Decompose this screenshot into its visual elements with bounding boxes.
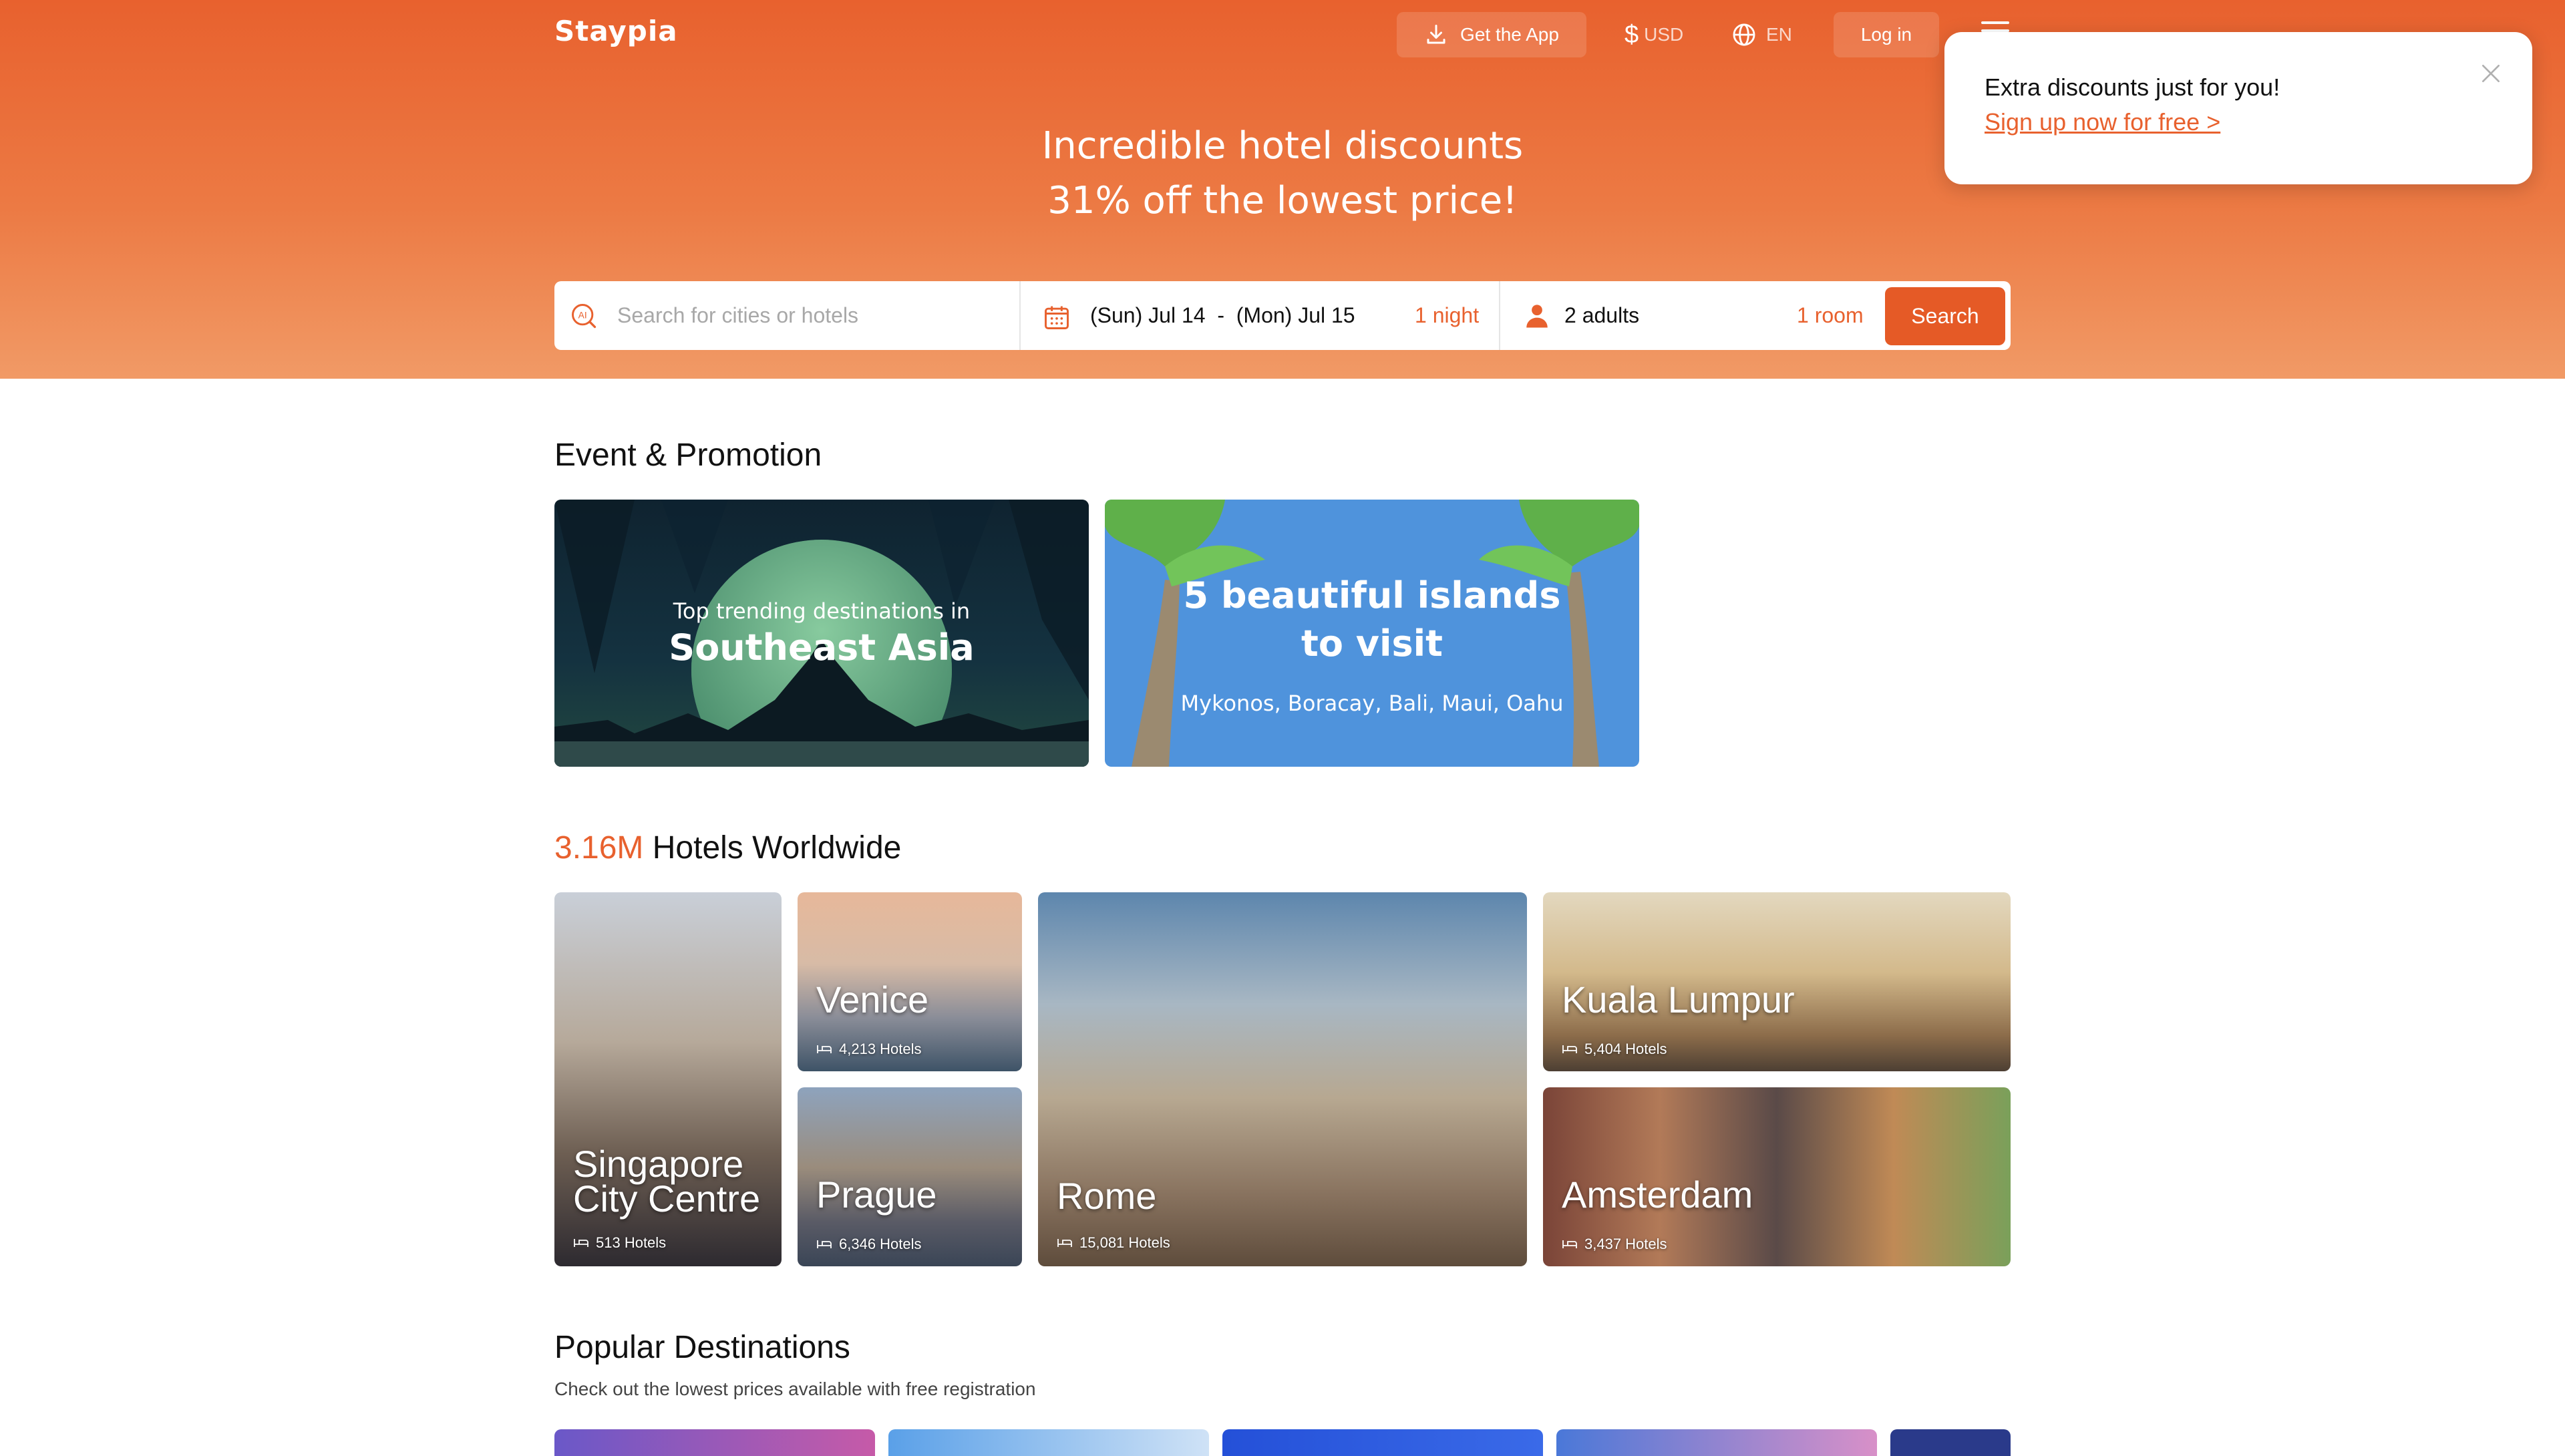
tile-hotel-count: 3,437 Hotels [1562,1236,1667,1253]
tile-hotel-count: 4,213 Hotels [816,1041,922,1058]
popular-destination-card[interactable] [1222,1429,1543,1456]
rooms-count[interactable]: 1 room [1797,300,1864,331]
promo1-title: Southeast Asia [669,626,975,669]
destination-tile-venice[interactable]: Venice 4,213 Hotels [798,892,1022,1071]
bed-icon [817,1240,832,1248]
get-app-button[interactable]: Get the App [1397,12,1586,57]
hero-headline-line2: 31% off the lowest price! [1047,179,1518,222]
bed-icon [574,1239,588,1247]
language-selector[interactable]: EN [1731,12,1792,57]
popular-title: Popular Destinations [554,1330,850,1365]
popup-title: Extra discounts just for you! [1985,73,2280,101]
destination-tile-prague[interactable]: Prague 6,346 Hotels [798,1087,1022,1266]
get-app-label: Get the App [1460,24,1559,45]
bed-icon [1057,1239,1072,1247]
tile-name: Prague [816,1173,937,1216]
calendar-icon [1045,306,1069,329]
ai-search-icon: AI [572,304,596,329]
currency-selector[interactable]: $ USD [1624,12,1683,57]
close-icon[interactable] [2477,60,2504,87]
tile-name: Venice [816,978,929,1021]
person-icon [1526,305,1548,328]
promo2-title-line1: 5 beautiful islands [1183,574,1561,616]
bed-icon [1562,1045,1577,1053]
destination-tile-singapore[interactable]: Singapore City Centre 513 Hotels [554,892,782,1266]
bed-icon [1562,1240,1577,1248]
tile-hotel-count: 513 Hotels [573,1234,666,1252]
language-label: EN [1766,24,1792,45]
tile-hotel-count: 6,346 Hotels [816,1236,922,1253]
promo-card-southeast-asia[interactable]: Top trending destinations in Southeast A… [554,500,1089,767]
svg-text:AI: AI [578,311,587,321]
promotions-title: Event & Promotion [554,437,822,473]
popular-destination-card[interactable] [1556,1429,1877,1456]
destination-tile-rome[interactable]: Rome 15,081 Hotels [1038,892,1527,1266]
popular-subtitle: Check out the lowest prices available wi… [554,1379,1036,1399]
tile-name-line1: Singapore [573,1143,744,1185]
tile-name: Amsterdam [1562,1173,1753,1216]
globe-icon [1733,23,1755,46]
popular-destination-card[interactable] [554,1429,875,1456]
hotels-title-text: Hotels Worldwide [643,830,902,866]
tile-hotel-count: 15,081 Hotels [1057,1234,1170,1252]
destination-tile-amsterdam[interactable]: Amsterdam 3,437 Hotels [1543,1087,2011,1266]
promo-card-islands[interactable]: 5 beautiful islands to visit Mykonos, Bo… [1105,500,1639,767]
search-bar: AI Search for cities or hotels (Sun) Jul… [554,281,2011,350]
login-button[interactable]: Log in [1834,12,1939,57]
signup-popup: Extra discounts just for you! Sign up no… [1944,32,2532,184]
dollar-icon: $ [1624,20,1639,49]
promo2-subtitle: Mykonos, Boracay, Bali, Maui, Oahu [1180,691,1564,716]
hotels-title: 3.16M Hotels Worldwide [554,830,901,866]
hotels-count: 3.16M [554,830,644,866]
site-logo[interactable]: Staypia [554,15,678,47]
currency-label: USD [1644,24,1684,45]
tile-name-line2: City Centre [573,1177,761,1220]
guests-field[interactable]: 2 adults [1564,300,1639,331]
promo1-subtitle: Top trending destinations in [673,598,971,624]
search-button[interactable]: Search [1885,287,2005,345]
search-input[interactable]: Search for cities or hotels [617,300,858,331]
destination-tile-kuala-lumpur[interactable]: Kuala Lumpur 5,404 Hotels [1543,892,2011,1071]
promo2-title-line2: to visit [1301,622,1443,665]
popular-destination-card[interactable] [888,1429,1209,1456]
download-icon [1427,25,1445,44]
signup-link[interactable]: Sign up now for free > [1985,108,2220,136]
tile-name: Kuala Lumpur [1562,978,1795,1021]
bed-icon [817,1045,832,1053]
date-range-field[interactable]: (Sun) Jul 14 - (Mon) Jul 15 [1090,300,1355,331]
nights-count: 1 night [1415,303,1480,327]
tile-hotel-count: 5,404 Hotels [1562,1041,1667,1058]
popular-destination-card[interactable] [1890,1429,2011,1456]
tile-name: Rome [1057,1175,1157,1217]
